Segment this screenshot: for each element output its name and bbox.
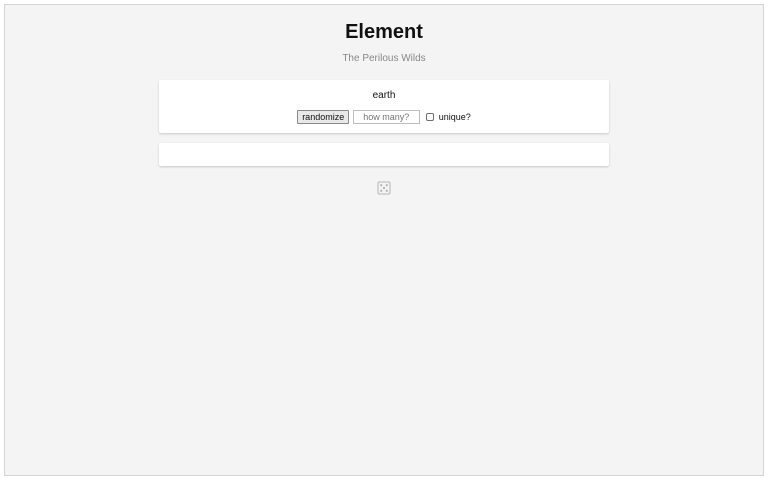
generator-card: earth randomize unique? xyxy=(159,80,609,133)
page-subtitle: The Perilous Wilds xyxy=(342,53,426,64)
unique-checkbox[interactable] xyxy=(426,113,435,121)
unique-label: unique? xyxy=(438,112,471,122)
how-many-input[interactable] xyxy=(352,110,420,124)
generator-controls: randomize unique? xyxy=(159,110,609,124)
randomize-button[interactable]: randomize xyxy=(297,110,350,124)
dice-icon[interactable] xyxy=(377,181,391,195)
page-title: Element xyxy=(345,21,423,43)
results-panel xyxy=(159,143,609,166)
result-value: earth xyxy=(372,90,396,101)
app-frame: Element The Perilous Wilds earth randomi… xyxy=(4,4,764,476)
